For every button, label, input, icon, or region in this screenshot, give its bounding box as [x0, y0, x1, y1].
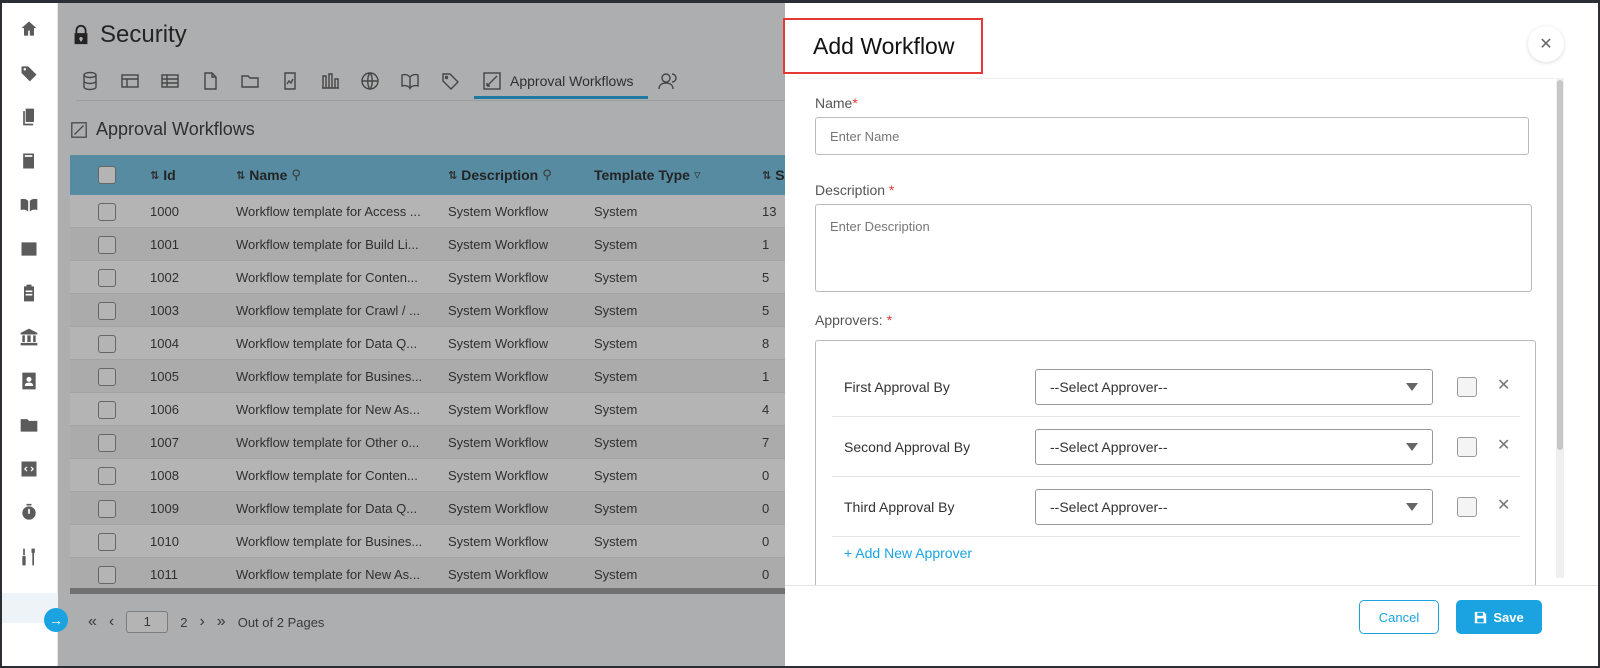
approver-label: Third Approval By: [844, 499, 955, 515]
remove-approver-icon[interactable]: ✕: [1497, 375, 1510, 395]
timer-settings-icon[interactable]: [17, 501, 41, 525]
documents-icon[interactable]: [17, 105, 41, 129]
expand-sidebar-button[interactable]: →: [44, 608, 68, 632]
approver-label: Second Approval By: [844, 439, 971, 455]
cancel-button[interactable]: Cancel: [1359, 600, 1439, 634]
approver-select[interactable]: --Select Approver--: [1035, 369, 1433, 405]
approver-checkbox[interactable]: [1457, 437, 1477, 457]
approvers-box: First Approval By --Select Approver-- ✕ …: [815, 340, 1536, 590]
clipboard-icon[interactable]: [17, 281, 41, 305]
save-icon: [1475, 611, 1487, 623]
add-workflow-panel: Add Workflow ✕ Name* Enter Name Descript…: [783, 3, 1598, 666]
save-button[interactable]: Save: [1456, 600, 1542, 634]
open-book-icon[interactable]: [17, 193, 41, 217]
close-button[interactable]: ✕: [1528, 26, 1564, 62]
tools-icon[interactable]: [17, 545, 41, 569]
close-icon: ✕: [1539, 36, 1553, 53]
bank-icon[interactable]: [17, 325, 41, 349]
approver-select[interactable]: --Select Approver--: [1035, 489, 1433, 525]
approvers-label: Approvers: *: [815, 312, 893, 328]
contacts-icon[interactable]: [17, 369, 41, 393]
panel-scrollbar[interactable]: [1556, 78, 1564, 578]
approver-row: Second Approval By --Select Approver-- ✕: [832, 417, 1520, 477]
chevron-down-icon: [1406, 443, 1418, 451]
home-icon[interactable]: [17, 17, 41, 41]
description-textarea[interactable]: Enter Description: [815, 204, 1532, 292]
remove-approver-icon[interactable]: ✕: [1497, 435, 1510, 455]
app-window: → Security Approval Workflows Approval W…: [2, 3, 1598, 666]
panel-title: Add Workflow: [813, 32, 955, 59]
approver-checkbox[interactable]: [1457, 377, 1477, 397]
approver-checkbox[interactable]: [1457, 497, 1477, 517]
left-nav-rail: [2, 3, 58, 666]
book-icon[interactable]: [17, 149, 41, 173]
save-label: Save: [1493, 609, 1524, 625]
scrollbar-thumb[interactable]: [1557, 80, 1563, 450]
approver-row: Third Approval By --Select Approver-- ✕: [832, 477, 1520, 537]
panel-title-highlight: Add Workflow: [783, 18, 983, 74]
approver-select[interactable]: --Select Approver--: [1035, 429, 1433, 465]
approver-label: First Approval By: [844, 379, 950, 395]
modal-backdrop[interactable]: [58, 3, 788, 666]
code-icon[interactable]: [17, 457, 41, 481]
name-label: Name*: [815, 95, 858, 111]
chevron-down-icon: [1406, 503, 1418, 511]
name-input[interactable]: Enter Name: [815, 117, 1529, 155]
add-approver-link[interactable]: + Add New Approver: [844, 545, 972, 561]
dashboard-icon[interactable]: [17, 237, 41, 261]
approver-row: First Approval By --Select Approver-- ✕: [832, 357, 1520, 417]
description-label: Description *: [815, 182, 895, 198]
folder-icon[interactable]: [17, 413, 41, 437]
chevron-down-icon: [1406, 383, 1418, 391]
panel-footer: Cancel Save: [785, 585, 1598, 666]
tag-icon[interactable]: [17, 61, 41, 85]
remove-approver-icon[interactable]: ✕: [1497, 495, 1510, 515]
